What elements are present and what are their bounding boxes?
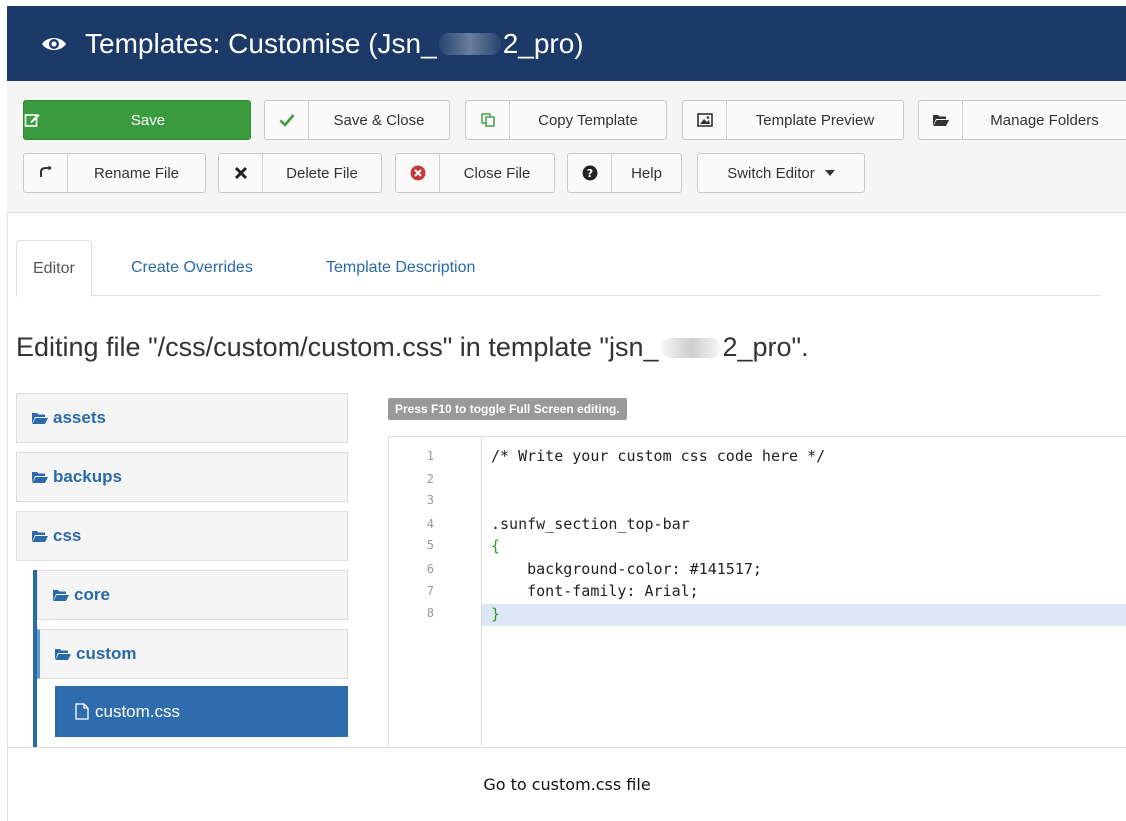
folder-open-icon [31, 412, 49, 425]
caption-text: Go to custom.css file [483, 775, 651, 794]
eye-icon [37, 33, 71, 55]
code-line: font-family: Arial; [491, 582, 699, 600]
template-preview-label: Template Preview [755, 111, 875, 129]
manage-folders-label: Manage Folders [990, 111, 1099, 129]
tree-file-label: custom.css [95, 701, 181, 721]
line-number: 8 [426, 606, 434, 620]
image-icon [683, 101, 727, 139]
tree-folder-backups[interactable]: backups [16, 452, 348, 502]
tree-folder-core[interactable]: core [37, 570, 348, 620]
manage-folders-button[interactable]: Manage Folders [918, 100, 1126, 140]
code-editor[interactable]: 1 2 3 4 5 6 7 8 /* Write your custom css… [388, 436, 1126, 746]
tree-folder-assets[interactable]: assets [16, 393, 348, 443]
rename-file-label: Rename File [93, 164, 180, 182]
line-number: 3 [426, 493, 434, 507]
toolbar: Save Save & Close Copy Template Template… [7, 81, 1126, 213]
tree-folder-label: css [53, 526, 82, 545]
folder-open-icon [31, 530, 49, 543]
question-circle-icon: ? [568, 154, 612, 192]
line-number: 1 [426, 449, 434, 463]
tree-folder-custom[interactable]: custom [37, 629, 348, 679]
delete-file-button[interactable]: Delete File [218, 153, 382, 193]
redacted-blur [438, 32, 501, 55]
f10-hint: Press F10 to toggle Full Screen editing. [388, 398, 627, 420]
help-button[interactable]: ? Help [567, 153, 682, 193]
code-line: { [491, 537, 501, 555]
code-line: .sunfw_section_top-bar [491, 515, 690, 533]
tree-folder-label: custom [76, 644, 137, 663]
save-close-label: Save & Close [333, 111, 425, 129]
close-file-button[interactable]: Close File [395, 153, 555, 193]
switch-editor-label: Switch Editor [727, 164, 815, 182]
caret-down-icon [824, 170, 835, 176]
line-number: 4 [426, 517, 434, 531]
line-number: 5 [426, 538, 434, 552]
save-close-button[interactable]: Save & Close [264, 100, 450, 140]
close-file-label: Close File [463, 164, 531, 182]
line-number: 7 [426, 584, 434, 598]
folder-open-icon [919, 101, 963, 139]
tab-template-description[interactable]: Template Description [326, 240, 475, 296]
template-preview-button[interactable]: Template Preview [682, 100, 904, 140]
editing-heading: Editing file "/css/custom/custom.css" in… [16, 332, 809, 363]
copy-template-button[interactable]: Copy Template [465, 100, 667, 140]
remove-circle-icon [396, 154, 440, 192]
active-line-highlight [482, 604, 1126, 626]
editing-heading-suffix: 2_pro". [722, 332, 809, 362]
redacted-blur [660, 337, 721, 358]
folder-open-icon [54, 648, 72, 661]
help-label: Help [631, 164, 662, 182]
copy-template-label: Copy Template [538, 111, 638, 129]
save-label: Save [130, 111, 166, 129]
save-button[interactable]: Save [23, 100, 251, 140]
check-icon [265, 101, 309, 139]
code-line: /* Write your custom css code here */ [491, 447, 826, 465]
editing-heading-prefix: Editing file "/css/custom/custom.css" in… [16, 332, 659, 362]
tree-folder-label: core [74, 585, 110, 604]
code-line: background-color: #141517; [491, 560, 762, 578]
rename-file-button[interactable]: Rename File [23, 153, 206, 193]
tree-file-custom-css[interactable]: custom.css [59, 686, 348, 737]
file-icon [75, 703, 89, 720]
caption: Go to custom.css file [7, 747, 1126, 821]
page-header: Templates: Customise (Jsn_ 2_pro) [7, 6, 1126, 81]
line-number: 6 [426, 562, 434, 576]
tree-folder-label: backups [53, 467, 122, 486]
tab-bar: Editor Create Overrides Template Descrip… [16, 240, 1100, 297]
copy-icon [466, 101, 510, 139]
tree-folder-css[interactable]: css [16, 511, 348, 561]
close-icon [219, 154, 263, 192]
page-title-prefix: Templates: Customise (Jsn_ [85, 27, 437, 59]
folder-open-icon [52, 589, 70, 602]
page-title-suffix: 2_pro) [502, 27, 584, 59]
line-number: 2 [426, 472, 434, 486]
screenshot-root: Templates: Customise (Jsn_ 2_pro) Save S… [0, 0, 1126, 821]
switch-editor-dropdown[interactable]: Switch Editor [697, 153, 865, 193]
folder-open-icon [31, 471, 49, 484]
delete-file-label: Delete File [286, 164, 358, 182]
svg-text:?: ? [586, 167, 592, 180]
tab-editor[interactable]: Editor [16, 240, 92, 297]
tab-create-overrides[interactable]: Create Overrides [131, 240, 253, 296]
rotate-icon [24, 154, 68, 192]
tree-folder-label: assets [53, 408, 106, 427]
page-title: Templates: Customise (Jsn_ 2_pro) [85, 28, 584, 60]
edit-icon [24, 112, 40, 128]
code-line: } [491, 605, 501, 623]
